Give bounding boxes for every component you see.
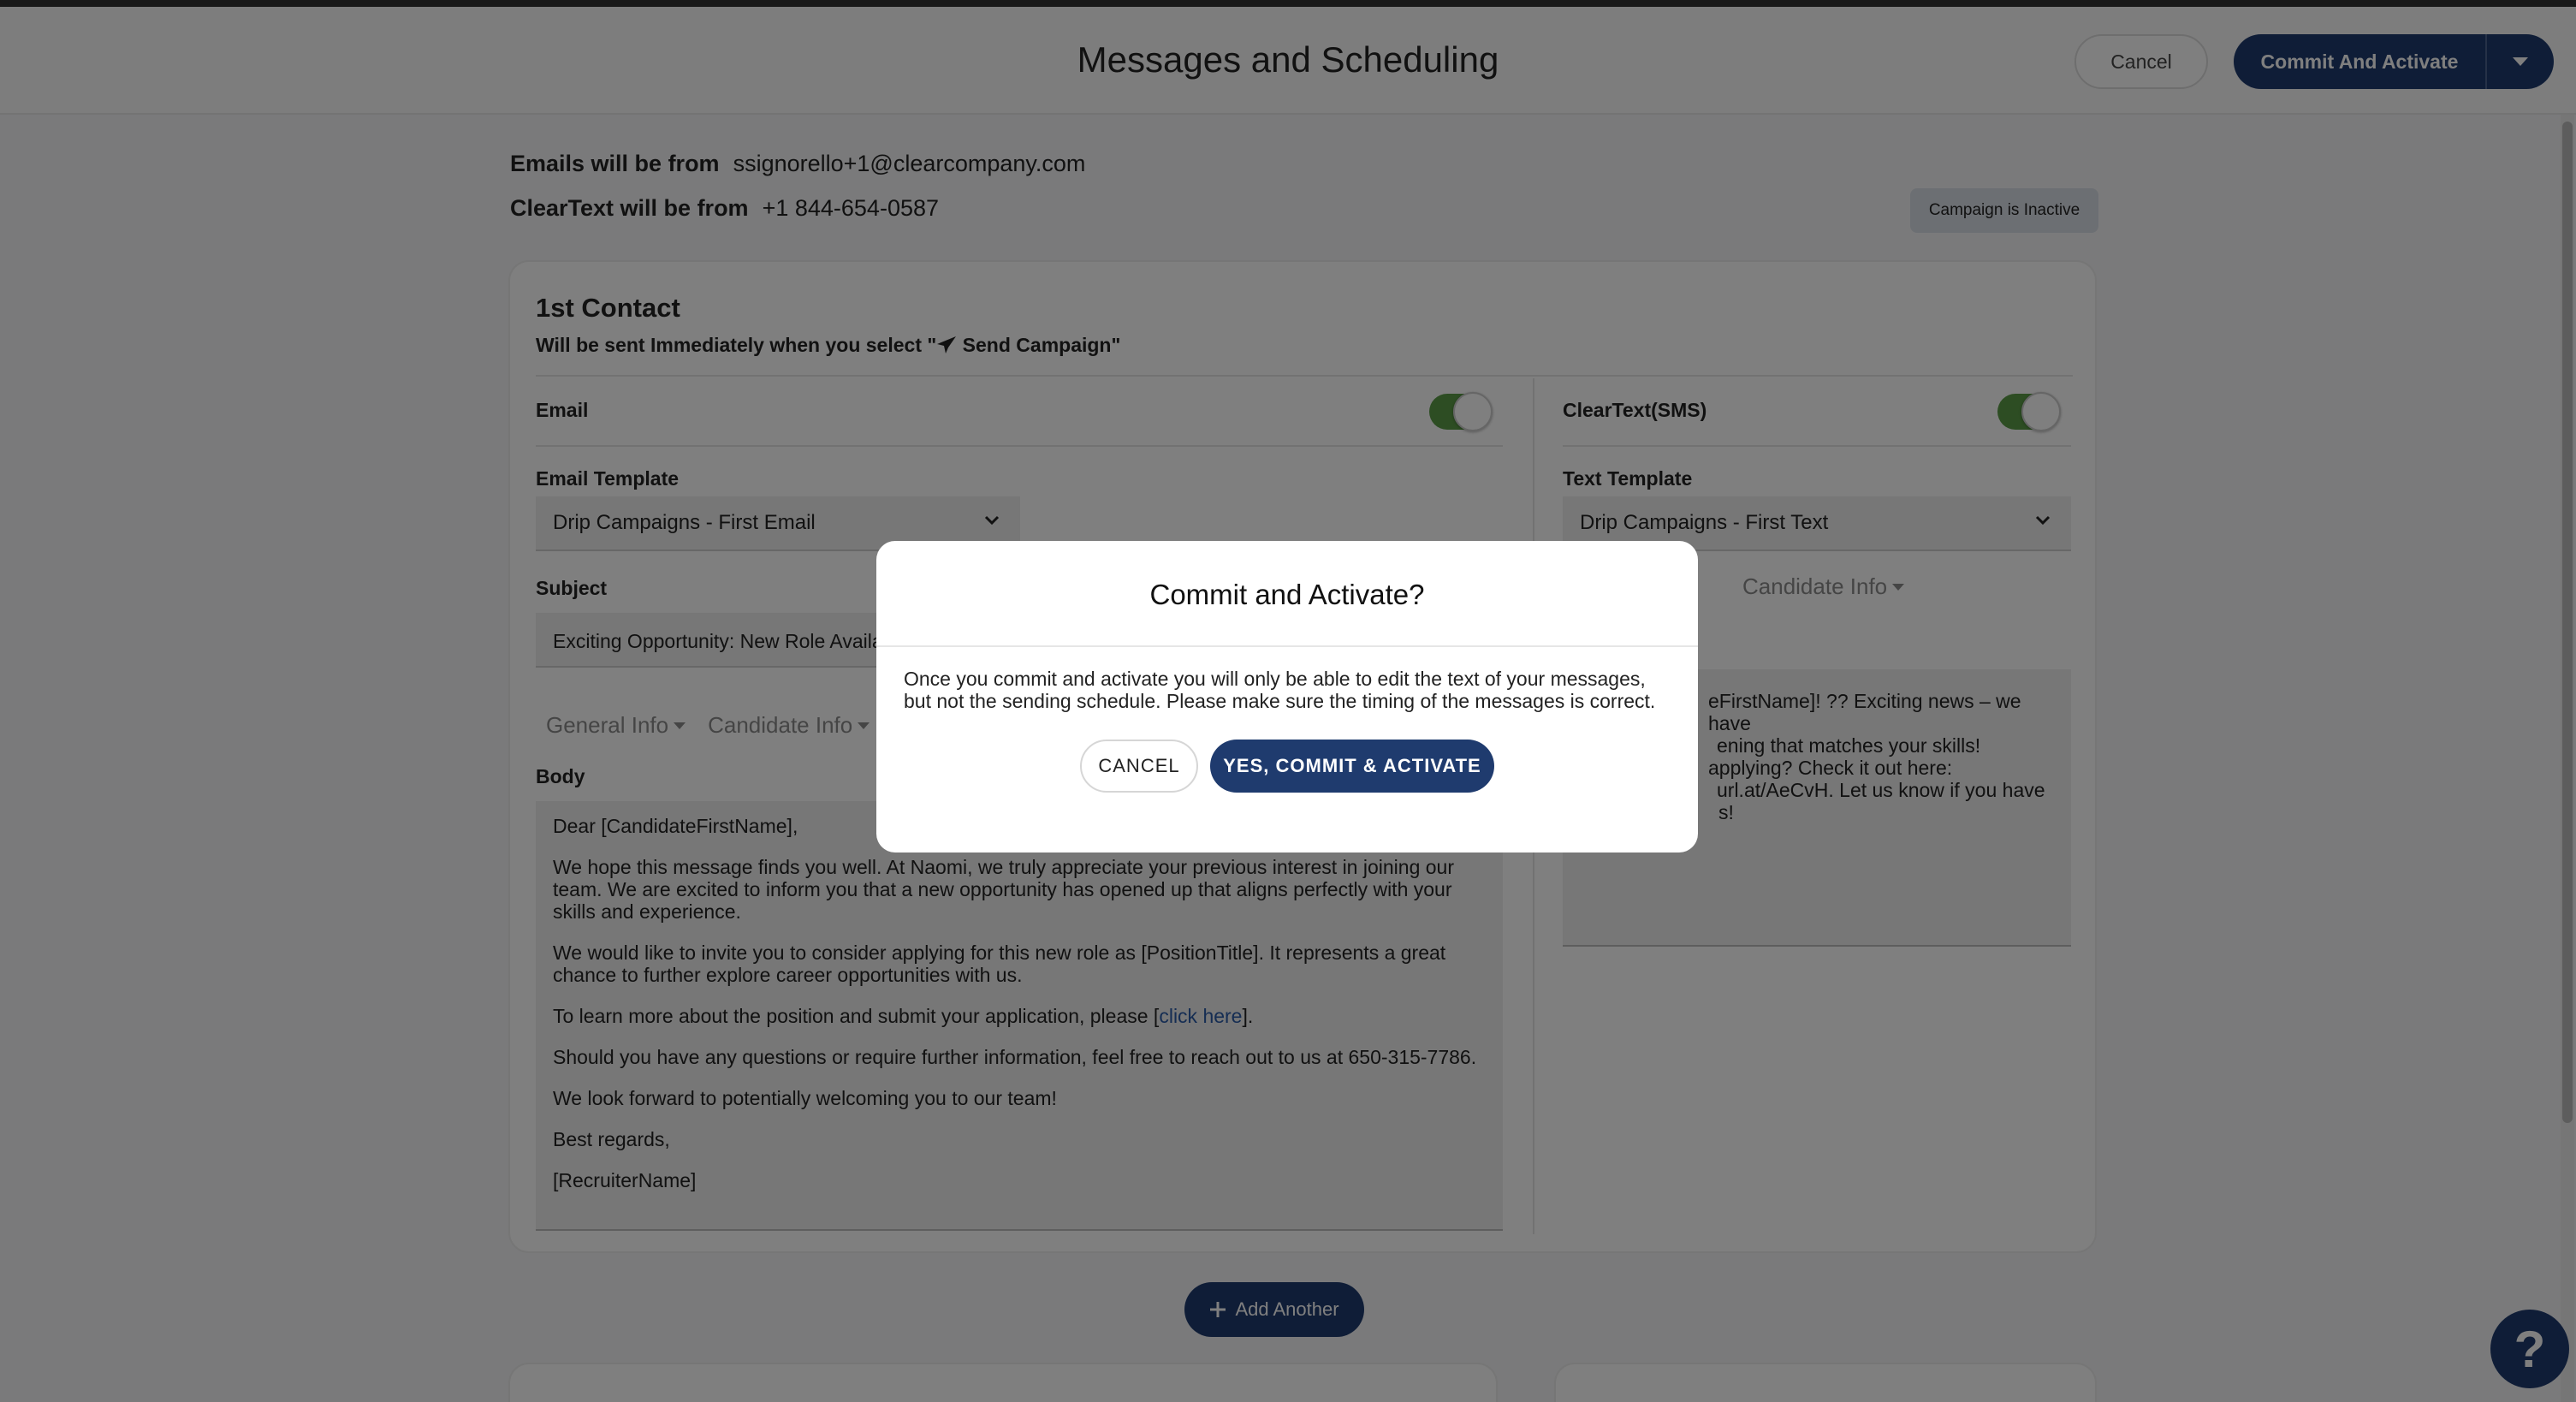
dialog-cancel-button[interactable]: CANCEL <box>1080 740 1198 793</box>
commit-activate-dialog: Commit and Activate? Once you commit and… <box>876 541 1698 852</box>
dialog-title: Commit and Activate? <box>1149 579 1425 610</box>
dialog-confirm-button[interactable]: YES, COMMIT & ACTIVATE <box>1210 740 1494 793</box>
dialog-message: Once you commit and activate you will on… <box>904 668 1656 712</box>
